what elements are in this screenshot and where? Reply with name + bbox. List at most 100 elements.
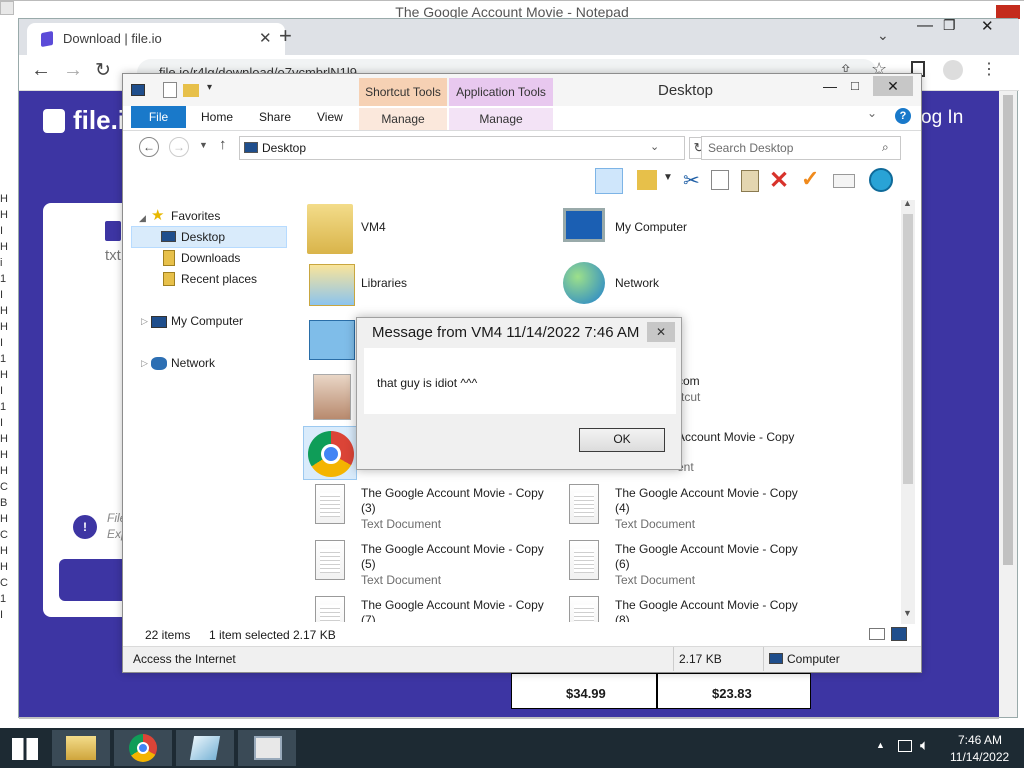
list-item-libraries[interactable]: Libraries bbox=[307, 258, 557, 312]
network-nav-icon bbox=[151, 357, 167, 370]
taskbar-notepad-app[interactable] bbox=[176, 730, 234, 766]
up-directory-icon[interactable]: ↑ bbox=[219, 136, 227, 153]
quick-access-dropdown-icon[interactable]: ▾ bbox=[207, 82, 212, 93]
back-arrow-icon[interactable]: ← bbox=[31, 59, 51, 82]
cut-icon[interactable]: ✂ bbox=[683, 168, 700, 193]
folder-options-icon[interactable] bbox=[637, 170, 657, 190]
profile-avatar[interactable] bbox=[943, 60, 963, 80]
tab-share[interactable]: Share bbox=[259, 110, 291, 124]
address-bar-explorer[interactable]: Desktop ⌄ bbox=[239, 136, 685, 160]
explorer-maximize-icon[interactable]: □ bbox=[851, 78, 859, 93]
login-link[interactable]: og In bbox=[921, 107, 963, 129]
delete-icon[interactable]: ✕ bbox=[769, 166, 789, 195]
tab-application-manage[interactable]: Manage bbox=[449, 108, 553, 130]
minimize-icon[interactable]: — bbox=[917, 17, 933, 35]
libraries-icon bbox=[309, 264, 355, 306]
tab-shortcut-manage[interactable]: Manage bbox=[359, 108, 447, 130]
item-name: com bbox=[677, 374, 700, 388]
taskbar-explorer[interactable] bbox=[52, 730, 110, 766]
text-document-icon bbox=[315, 484, 345, 524]
show-hidden-icons-icon[interactable]: ▲ bbox=[876, 740, 885, 750]
close-tab-icon[interactable]: ✕ bbox=[259, 29, 272, 47]
nav-recent-places[interactable]: Recent places bbox=[181, 269, 257, 289]
network-expand-icon[interactable]: ▷ bbox=[141, 353, 148, 373]
rename-icon[interactable] bbox=[833, 174, 855, 188]
properties-qa-icon[interactable] bbox=[163, 82, 177, 98]
notepad-line-fragment: H bbox=[0, 465, 8, 477]
network-tray-icon[interactable] bbox=[898, 740, 912, 752]
list-item-copy-8[interactable]: The Google Account Movie - Copy (8) bbox=[561, 594, 811, 622]
list-item-copy-6[interactable]: The Google Account Movie - Copy (6) Text… bbox=[561, 538, 811, 592]
item-type: Text Document bbox=[615, 573, 696, 587]
help-icon[interactable]: ? bbox=[895, 108, 911, 124]
ok-button[interactable]: OK bbox=[579, 428, 665, 452]
tab-search-chevron-icon[interactable]: ⌄ bbox=[877, 27, 889, 44]
notepad-line-fragment: I bbox=[0, 289, 4, 301]
scroll-down-icon[interactable]: ▼ bbox=[903, 608, 912, 618]
dialog-close-icon[interactable]: ✕ bbox=[647, 322, 675, 342]
nav-favorites[interactable]: Favorites bbox=[171, 206, 220, 226]
list-item-network[interactable]: Network bbox=[561, 258, 811, 312]
scroll-thumb[interactable] bbox=[903, 214, 913, 484]
options-dropdown-icon[interactable]: ▼ bbox=[663, 172, 673, 183]
reload-icon[interactable]: ↻ bbox=[95, 59, 111, 82]
list-item-copy-4[interactable]: The Google Account Movie - Copy (4) Text… bbox=[561, 482, 811, 536]
close-window-icon[interactable]: ✕ bbox=[981, 17, 994, 35]
address-dropdown-icon[interactable]: ⌄ bbox=[650, 140, 659, 153]
tab-file[interactable]: File bbox=[131, 106, 186, 128]
properties-check-icon[interactable]: ✓ bbox=[801, 166, 819, 192]
details-view-icon[interactable] bbox=[869, 628, 885, 640]
recent-locations-dropdown-icon[interactable]: ▼ bbox=[199, 140, 208, 150]
search-icon[interactable]: ⌕ bbox=[882, 140, 889, 155]
start-windows-icon[interactable] bbox=[12, 738, 38, 760]
ribbon-expand-chevron-icon[interactable]: ⌄ bbox=[867, 106, 877, 120]
explorer-close-icon[interactable]: ✕ bbox=[873, 76, 913, 96]
tab-view[interactable]: View bbox=[317, 110, 343, 124]
search-box[interactable]: Search Desktop ⌕ bbox=[701, 136, 901, 160]
computer-expand-icon[interactable]: ▷ bbox=[141, 311, 148, 331]
window-taskbar-icon bbox=[254, 736, 282, 760]
taskbar-window[interactable] bbox=[238, 730, 296, 766]
favorites-expand-icon[interactable]: ◢ bbox=[139, 208, 146, 228]
list-item-chrome-selected[interactable] bbox=[303, 426, 357, 480]
forward-nav-icon[interactable]: → bbox=[169, 137, 189, 157]
volume-icon[interactable]: 🔈︎ bbox=[920, 737, 929, 754]
computer-icon bbox=[563, 208, 605, 242]
clock-date[interactable]: 11/14/2022 bbox=[950, 750, 1009, 764]
preview-pane-icon[interactable] bbox=[595, 168, 623, 194]
scroll-up-icon[interactable]: ▲ bbox=[903, 198, 912, 208]
maximize-icon[interactable]: ❐ bbox=[943, 17, 956, 34]
tab-home[interactable]: Home bbox=[201, 110, 233, 124]
page-hscrollbar[interactable] bbox=[19, 717, 999, 719]
nav-desktop[interactable]: Desktop bbox=[181, 227, 225, 247]
list-item-copy-3[interactable]: The Google Account Movie - Copy (3) Text… bbox=[307, 482, 557, 536]
text-document-icon bbox=[315, 540, 345, 580]
item-name: My Computer bbox=[615, 220, 688, 234]
new-folder-qa-icon[interactable] bbox=[183, 84, 199, 97]
page-scroll-thumb[interactable] bbox=[1003, 95, 1013, 565]
nav-my-computer[interactable]: My Computer bbox=[171, 311, 243, 331]
internet-icon[interactable] bbox=[869, 168, 893, 192]
explorer-minimize-icon[interactable]: — bbox=[823, 78, 837, 94]
paste-icon[interactable] bbox=[741, 170, 759, 192]
forward-arrow-icon[interactable]: → bbox=[63, 59, 83, 82]
new-tab-icon[interactable]: + bbox=[279, 23, 292, 49]
browser-tab[interactable]: Download | file.io ✕ bbox=[27, 23, 285, 55]
notepad-close-button[interactable] bbox=[996, 5, 1020, 19]
copy-icon[interactable] bbox=[711, 170, 729, 190]
large-icons-view-icon[interactable] bbox=[891, 627, 907, 641]
taskbar-chrome[interactable] bbox=[114, 730, 172, 766]
notepad-text-edge[interactable]: HHIHi1IHHI1HI1IHHHCBHCHHC1I bbox=[0, 191, 12, 671]
dialog-message: that guy is idiot ^^^ bbox=[377, 376, 478, 390]
page-scrollbar[interactable] bbox=[999, 91, 1017, 717]
list-item-my-computer[interactable]: My Computer bbox=[561, 202, 811, 256]
list-item-vm4[interactable]: VM4 bbox=[307, 202, 557, 256]
file-list-scrollbar[interactable]: ▲ ▼ bbox=[901, 198, 915, 624]
nav-network[interactable]: Network bbox=[171, 353, 215, 373]
back-nav-icon[interactable]: ← bbox=[139, 137, 159, 157]
chrome-menu-icon[interactable]: ⋮ bbox=[981, 59, 997, 79]
nav-downloads[interactable]: Downloads bbox=[181, 248, 240, 268]
clock-time[interactable]: 7:46 AM bbox=[958, 733, 1002, 747]
list-item-copy-7[interactable]: The Google Account Movie - Copy (7) bbox=[307, 594, 557, 622]
list-item-copy-5[interactable]: The Google Account Movie - Copy (5) Text… bbox=[307, 538, 557, 592]
